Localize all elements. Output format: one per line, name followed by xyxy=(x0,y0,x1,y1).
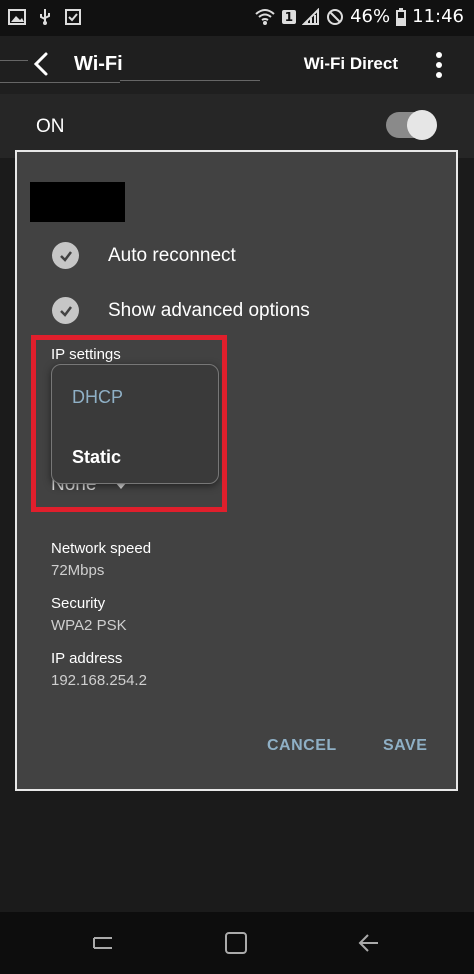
page-title: Wi-Fi xyxy=(74,53,123,75)
app-bar: Wi-Fi Wi-Fi Direct xyxy=(0,36,474,94)
ip-address-value: 192.168.254.2 xyxy=(51,672,147,689)
task-check-icon xyxy=(65,9,81,25)
back-arrow-icon[interactable] xyxy=(28,50,56,78)
network-speed-label: Network speed xyxy=(51,540,152,557)
show-advanced-label: Show advanced options xyxy=(108,299,310,321)
save-button[interactable]: SAVE xyxy=(383,737,427,755)
ip-address-label: IP address xyxy=(51,650,123,667)
security-label: Security xyxy=(51,595,106,612)
wifi-toggle[interactable] xyxy=(386,110,437,140)
status-bar: 1 46% 11:46 xyxy=(0,0,474,36)
wifi-signal-icon xyxy=(255,8,275,25)
usb-icon xyxy=(40,9,50,25)
checkmark-icon[interactable] xyxy=(52,242,79,269)
security-value: WPA2 PSK xyxy=(51,617,127,634)
decorative-line xyxy=(0,82,120,83)
network-details-dialog: Auto reconnect Show advanced options IP … xyxy=(15,150,458,791)
highlight-annotation-box xyxy=(31,335,227,512)
redacted-network-name xyxy=(30,182,125,222)
auto-reconnect-label: Auto reconnect xyxy=(108,244,236,266)
gallery-icon xyxy=(8,9,26,25)
back-nav-icon[interactable] xyxy=(354,928,384,958)
cell-signal-icon xyxy=(302,7,320,25)
more-options-icon[interactable] xyxy=(436,52,442,78)
cancel-button[interactable]: CANCEL xyxy=(267,737,337,755)
home-icon[interactable] xyxy=(221,928,251,958)
sim-badge: 1 xyxy=(281,9,297,24)
checkmark-icon[interactable] xyxy=(52,297,79,324)
do-not-disturb-icon xyxy=(327,8,344,25)
wifi-master-switch-row[interactable]: ON xyxy=(0,94,474,158)
decorative-line xyxy=(0,60,28,61)
wifi-direct-button[interactable]: Wi-Fi Direct xyxy=(304,54,398,74)
auto-reconnect-option[interactable]: Auto reconnect xyxy=(52,242,236,269)
battery-icon xyxy=(396,7,407,26)
recent-apps-icon[interactable] xyxy=(88,928,118,958)
decorative-line xyxy=(120,80,260,81)
navigation-bar xyxy=(0,912,474,974)
battery-percent: 46% xyxy=(350,6,391,27)
show-advanced-option[interactable]: Show advanced options xyxy=(52,297,310,324)
wifi-state-label: ON xyxy=(36,116,65,137)
network-speed-value: 72Mbps xyxy=(51,562,105,579)
clock: 11:46 xyxy=(412,6,464,27)
